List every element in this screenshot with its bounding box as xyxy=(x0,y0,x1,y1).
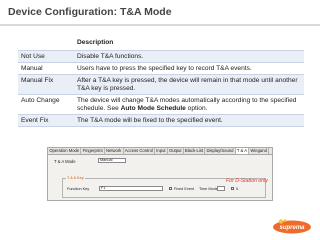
description-cell: After a T&A key is pressed, the device w… xyxy=(77,76,298,92)
logo-text: suprema xyxy=(279,225,305,231)
ta-key-legend: T & A Key xyxy=(66,176,85,181)
function-key-select[interactable]: F1 xyxy=(99,186,163,191)
description-cell: Disable T&A functions. xyxy=(77,52,144,60)
description-text: option. xyxy=(185,104,208,112)
mode-cell: Manual Fix xyxy=(21,76,54,84)
ta-mode-select[interactable]: Manual xyxy=(98,158,126,163)
settings-screenshot: Operation Mode Fingerprint Network Acces… xyxy=(47,147,273,201)
tab-operation-mode[interactable]: Operation Mode xyxy=(48,148,82,154)
settings-tab-bar: Operation Mode Fingerprint Network Acces… xyxy=(48,148,272,155)
d-station-note: For D-Station only xyxy=(226,178,268,184)
ta-mode-row: T & A Mode Manual xyxy=(54,158,126,164)
tab-black-list[interactable]: Black-List xyxy=(184,148,206,154)
description-cell: The T&A mode will be fixed to the specif… xyxy=(77,116,223,124)
fixed-event-checkbox[interactable] xyxy=(169,187,172,190)
table-header-row: Description xyxy=(18,36,304,51)
time-mode-label: Time Mode xyxy=(199,186,218,191)
description-cell: Users have to press the specified key to… xyxy=(77,64,252,72)
table-header-description: Description xyxy=(77,39,114,46)
mode-cell: Not Use xyxy=(21,52,45,60)
table-row: Not Use Disable T&A functions. xyxy=(18,50,304,63)
mode-cell: Event Fix xyxy=(21,116,49,124)
table-row: Manual Users have to press the specified… xyxy=(18,62,304,75)
fixed-event-label: Fixed Event xyxy=(174,186,195,191)
time-mode-input[interactable] xyxy=(217,186,225,191)
mode-cell: Auto Change xyxy=(21,96,60,104)
tab-output[interactable]: Output xyxy=(168,148,184,154)
tab-access-control[interactable]: Access Control xyxy=(124,148,156,154)
ta-mode-label: T & A Mode xyxy=(54,158,76,164)
mode-description-table: Description Not Use Disable T&A function… xyxy=(18,36,304,127)
mode-cell: Manual xyxy=(21,64,43,72)
title-divider xyxy=(0,24,320,26)
table-row: Manual Fix After a T&A key is pressed, t… xyxy=(18,74,304,95)
tab-ta[interactable]: T & A xyxy=(235,148,250,154)
time-mode-checkbox[interactable] xyxy=(231,187,234,190)
auto-mode-schedule-ref: Auto Mode Schedule xyxy=(120,104,186,112)
logo-dot xyxy=(283,219,287,222)
tab-input[interactable]: Input xyxy=(155,148,168,154)
table-row: Auto Change The device will change T&A m… xyxy=(18,94,304,115)
logo-dot xyxy=(278,219,284,224)
description-cell: The device will change T&A modes automat… xyxy=(74,95,304,115)
suprema-logo: suprema xyxy=(273,219,311,234)
tab-wiegand[interactable]: Wiegand xyxy=(249,148,270,154)
tab-network[interactable]: Network xyxy=(105,148,124,154)
slide-title: Device Configuration: T&A Mode xyxy=(8,6,172,18)
tab-fingerprint[interactable]: Fingerprint xyxy=(81,148,105,154)
tab-display-sound[interactable]: Display/Sound xyxy=(205,148,236,154)
time-mode-value-label: 0. xyxy=(236,186,240,191)
table-row: Event Fix The T&A mode will be fixed to … xyxy=(18,114,304,127)
table-header-mode xyxy=(18,36,74,51)
function-key-label: Function Key xyxy=(67,187,90,191)
